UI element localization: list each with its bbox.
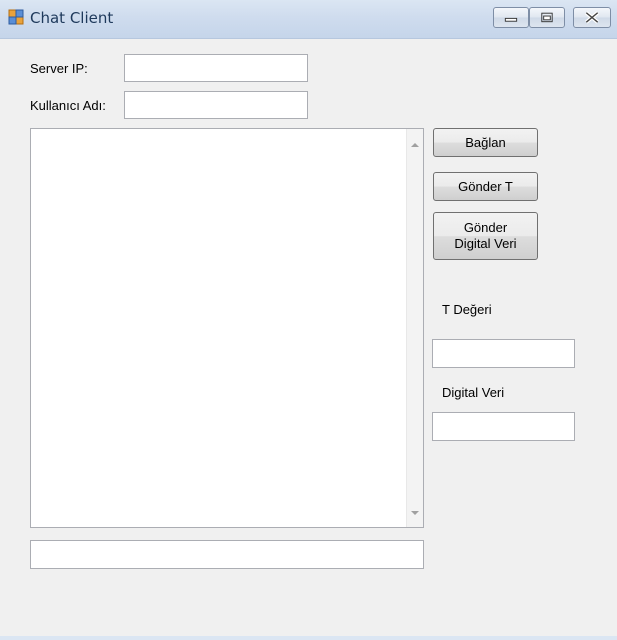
digital-data-input[interactable] [432,412,575,441]
connect-button[interactable]: Bağlan [433,128,538,157]
minimize-button[interactable] [493,7,529,28]
title-bar[interactable]: Chat Client [0,0,617,39]
send-digital-button[interactable]: Gönder Digital Veri [433,212,538,260]
t-value-label: T Değeri [442,302,492,317]
server-ip-input[interactable] [124,54,308,82]
connect-button-label: Bağlan [465,135,506,150]
scroll-up-icon[interactable] [410,141,420,149]
send-t-button[interactable]: Gönder T [433,172,538,201]
server-ip-label: Server IP: [30,61,88,76]
send-digital-label-line1: Gönder [463,220,508,235]
username-input[interactable] [124,91,308,119]
maximize-icon [541,12,553,23]
window-bottom-edge [0,636,617,640]
chat-client-window: Chat Client Server IP: Kullanıcı Adı: Ba… [0,0,617,640]
digital-data-label: Digital Veri [442,385,505,400]
maximize-button[interactable] [529,7,565,28]
close-button[interactable] [573,7,611,28]
send-digital-label-line2: Digital Veri [454,236,517,251]
chat-messages-list[interactable] [30,128,424,528]
scroll-down-icon[interactable] [410,509,420,517]
close-icon [585,11,599,24]
minimize-icon [504,17,518,22]
message-input[interactable] [30,540,424,569]
vertical-scrollbar[interactable] [406,129,423,527]
send-t-button-label: Gönder T [458,179,513,194]
window-title: Chat Client [30,9,114,27]
t-value-input[interactable] [432,339,575,368]
username-label: Kullanıcı Adı: [30,98,106,113]
windows-form-icon [8,9,24,25]
